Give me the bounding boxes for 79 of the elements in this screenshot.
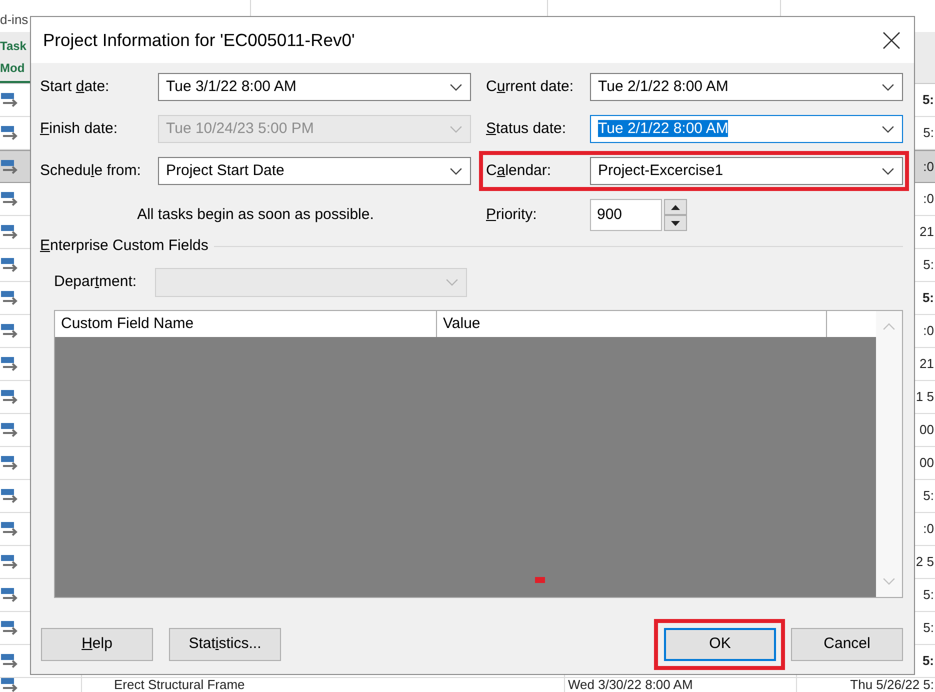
scrollbar[interactable] xyxy=(876,311,902,597)
field-label: Calendar: xyxy=(486,162,552,180)
bar-arrow-icon xyxy=(1,225,19,239)
bar-arrow-icon xyxy=(1,390,19,404)
bar-arrow-icon xyxy=(1,126,19,140)
dropdown-field[interactable]: Project-Excercise1 xyxy=(590,157,903,185)
dropdown-field[interactable]: Tue 2/1/22 8:00 AM xyxy=(590,73,903,101)
chevron-down-icon xyxy=(450,126,462,132)
table-cell: 00 xyxy=(920,423,934,437)
table-cell: :0 xyxy=(923,160,934,174)
field-label: Status date: xyxy=(486,120,566,138)
table-cell: Erect Structural Frame xyxy=(114,678,245,692)
table-cell: :0 xyxy=(923,522,934,536)
table-row[interactable]: Erect Structural Frame Wed 3/30/22 8:00 AM Thu 5/26/22 5: xyxy=(0,678,935,692)
table-cell: Thu 5/26/22 5: xyxy=(850,678,934,692)
bar-arrow-icon xyxy=(1,621,19,635)
chevron-down-icon xyxy=(882,168,894,174)
dropdown-field[interactable]: Project Start Date xyxy=(158,157,471,185)
bar-arrow-icon xyxy=(1,357,19,371)
dialog-button[interactable]: Cancel xyxy=(791,628,903,661)
marker-icon xyxy=(535,577,545,583)
bar-arrow-icon xyxy=(1,489,19,503)
table-cell: 5: xyxy=(923,258,934,272)
bar-arrow-icon xyxy=(1,291,19,305)
column-header[interactable]: Task Mod xyxy=(0,35,26,79)
bar-arrow-icon xyxy=(1,258,19,272)
bar-arrow-icon xyxy=(1,522,19,536)
table-cell: 21 xyxy=(920,225,934,239)
bar-arrow-icon xyxy=(1,555,19,569)
dropdown-field[interactable]: Tue 2/1/22 8:00 AM xyxy=(590,115,903,143)
field-label: Priority: xyxy=(486,206,537,224)
field-label: Current date: xyxy=(486,78,574,96)
bar-arrow-icon xyxy=(1,678,19,692)
info-text: All tasks begin as soon as possible. xyxy=(137,204,374,225)
chevron-down-icon xyxy=(450,84,462,90)
table-cell: :0 xyxy=(923,192,934,206)
decrement-button[interactable] xyxy=(664,215,687,231)
table-cell: 5: xyxy=(923,588,934,602)
triangle-down-icon xyxy=(671,220,680,226)
dialog-title: Project Information for 'EC005011-Rev0' xyxy=(43,28,355,52)
bar-arrow-icon xyxy=(1,324,19,338)
table-cell: 21 xyxy=(920,357,934,371)
bar-arrow-icon xyxy=(1,423,19,437)
chevron-down-icon xyxy=(883,578,895,585)
field-label: Schedule from: xyxy=(40,162,141,180)
chevron-down-icon xyxy=(446,279,458,286)
bar-arrow-icon xyxy=(1,654,19,668)
table-cell: 5: xyxy=(922,291,934,305)
table-cell: Wed 3/30/22 8:00 AM xyxy=(568,678,693,692)
number-field[interactable]: 900 xyxy=(590,199,662,231)
chevron-down-icon xyxy=(882,126,894,132)
field-label: Department: xyxy=(54,272,138,292)
bar-arrow-icon xyxy=(1,93,19,107)
bar-arrow-icon xyxy=(1,456,19,470)
increment-button[interactable] xyxy=(664,199,687,215)
table-cell: 5: xyxy=(923,621,934,635)
chevron-down-icon xyxy=(450,168,462,174)
dropdown-field[interactable]: Tue 3/1/22 8:00 AM xyxy=(158,73,471,101)
chevron-down-icon xyxy=(882,84,894,90)
table-cell: 1 5 xyxy=(916,390,934,404)
table-cell: 5: xyxy=(922,93,934,107)
dialog-button[interactable]: Help xyxy=(41,628,153,661)
table-cell: 2 5 xyxy=(916,555,934,569)
close-icon xyxy=(882,32,900,48)
dialog-button[interactable]: OK xyxy=(664,628,776,661)
table-cell: 5: xyxy=(923,489,934,503)
table-cell: 00 xyxy=(920,456,934,470)
bar-arrow-icon xyxy=(1,160,19,174)
field-label: Finish date: xyxy=(40,120,118,138)
table-cell: :0 xyxy=(923,324,934,338)
section-title: Enterprise Custom Fields xyxy=(40,236,208,256)
bar-arrow-icon xyxy=(1,192,19,206)
bar-arrow-icon xyxy=(1,588,19,602)
dialog-button[interactable]: Statistics... xyxy=(169,628,281,661)
ribbon-tab[interactable]: d-ins xyxy=(0,12,28,28)
table-cell: 5: xyxy=(922,654,934,668)
field-label: Start date: xyxy=(40,78,110,96)
triangle-up-icon xyxy=(671,204,680,210)
table-cell: 5: xyxy=(923,126,934,140)
